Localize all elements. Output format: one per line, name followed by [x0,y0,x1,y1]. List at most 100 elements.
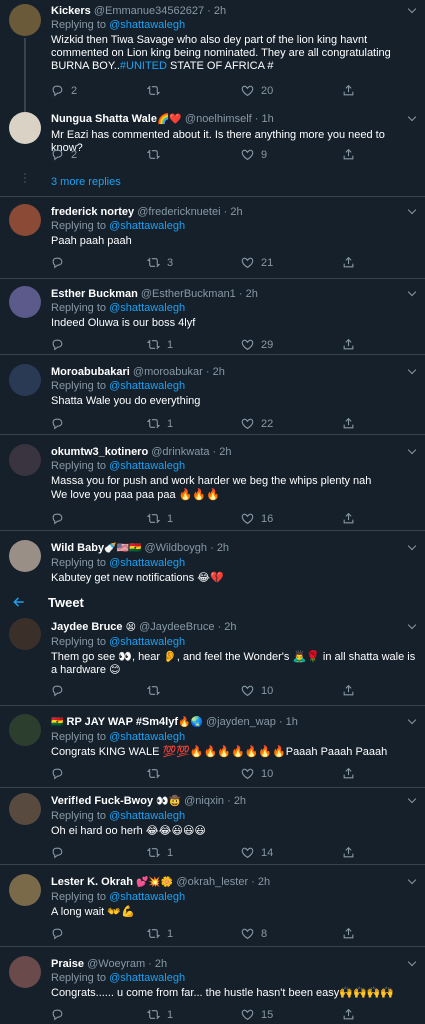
tweet-time[interactable]: 2h [217,542,229,554]
author-name[interactable]: Esther Buckman [51,288,138,300]
share-button[interactable] [342,148,355,161]
retweet-button[interactable] [147,148,167,161]
reply-button[interactable] [51,767,71,780]
retweet-button[interactable]: 1 [147,1008,173,1021]
avatar[interactable] [9,364,41,396]
reply-tweet[interactable]: 🇬🇭 RP JAY WAP #Sm4lyf🔥🌏 @jayden_wap · 1h… [0,706,425,788]
reply-tweet[interactable]: Esther Buckman @EstherBuckman1 · 2h Repl… [0,279,425,355]
avatar[interactable] [9,714,41,746]
like-button[interactable]: 14 [241,846,273,859]
avatar[interactable] [9,956,41,988]
retweet-button[interactable]: 1 [147,338,173,351]
reply-tweet[interactable]: Kickers @Emmanue34562627 · 2h Replying t… [0,0,425,97]
like-button[interactable]: 22 [241,417,273,430]
author-handle[interactable]: @noelhimself [185,113,252,125]
retweet-button[interactable]: 1 [147,846,173,859]
tweet-time[interactable]: 2h [258,876,270,888]
reply-tweet[interactable]: Jaydee Bruce 😫 @JaydeeBruce · 2h Replyin… [0,617,425,706]
reply-button[interactable] [51,684,71,697]
tweet-time[interactable]: 2h [224,621,236,633]
tweet-time[interactable]: 1h [286,716,298,728]
like-button[interactable]: 9 [241,148,267,161]
reply-button[interactable] [51,846,71,859]
share-button[interactable] [342,417,355,430]
share-button[interactable] [342,767,355,780]
like-button[interactable]: 10 [241,684,273,697]
avatar[interactable] [9,874,41,906]
reply-button[interactable] [51,512,71,525]
author-handle[interactable]: @Emmanue34562627 [94,5,204,17]
arrow-left-icon[interactable] [12,595,26,609]
author-name[interactable]: Moroabubakari [51,366,130,378]
like-button[interactable]: 8 [241,927,267,940]
author-handle[interactable]: @JaydeeBruce [139,621,214,633]
share-button[interactable] [342,338,355,351]
avatar[interactable] [9,540,41,572]
share-button[interactable] [342,84,355,97]
author-name[interactable]: Verif!ed Fuck-Bwoy [51,795,153,807]
author-name[interactable]: Praise [51,958,84,970]
reply-button[interactable] [51,417,71,430]
author-name[interactable]: Kickers [51,5,91,17]
author-name[interactable]: frederick nortey [51,206,134,218]
tweet-time[interactable]: 2h [213,366,225,378]
share-button[interactable] [342,512,355,525]
author-handle[interactable]: @EstherBuckman1 [141,288,236,300]
reply-button[interactable]: 2 [51,148,77,161]
retweet-button[interactable] [147,84,167,97]
tweet-time[interactable]: 2h [230,206,242,218]
avatar[interactable] [9,112,41,144]
tweet-time[interactable]: 2h [219,446,231,458]
retweet-button[interactable]: 3 [147,256,173,269]
tweet-time[interactable]: 1h [262,113,274,125]
retweet-button[interactable]: 1 [147,417,173,430]
share-button[interactable] [342,684,355,697]
tweet-time[interactable]: 2h [234,795,246,807]
author-name[interactable]: Jaydee Bruce [51,621,123,633]
like-button[interactable]: 15 [241,1008,273,1021]
reply-tweet[interactable]: okumtw3_kotinero @drinkwata · 2h Replyin… [0,435,425,531]
author-handle[interactable]: @okrah_lester [176,876,248,888]
author-handle[interactable]: @niqxin [184,795,224,807]
reply-tweet[interactable]: Verif!ed Fuck-Bwoy 👀🤠 @niqxin · 2h Reply… [0,788,425,865]
reply-tweet[interactable]: Nungua Shatta Wale🌈❤️ @noelhimself · 1h … [0,106,425,166]
retweet-button[interactable] [147,767,167,780]
share-button[interactable] [342,256,355,269]
share-button[interactable] [342,1008,355,1021]
reply-button[interactable] [51,338,71,351]
show-more-replies-link[interactable]: 3 more replies [51,176,121,188]
author-handle[interactable]: @Wildboygh [145,542,208,554]
author-name[interactable]: Nungua Shatta Wale [51,113,157,125]
reply-button[interactable] [51,927,71,940]
avatar[interactable] [9,4,41,36]
hashtag-link[interactable]: #UNITED [120,60,167,72]
like-button[interactable]: 16 [241,512,273,525]
author-name[interactable]: Lester K. Okrah [51,876,133,888]
retweet-button[interactable] [147,684,167,697]
avatar[interactable] [9,444,41,476]
reply-tweet[interactable]: Lester K. Okrah 💕💥🌼 @okrah_lester · 2h R… [0,865,425,947]
avatar[interactable] [9,793,41,825]
reply-button[interactable] [51,1008,71,1021]
reply-tweet[interactable]: Moroabubakari @moroabukar · 2h Replying … [0,355,425,435]
share-button[interactable] [342,927,355,940]
like-button[interactable]: 10 [241,767,273,780]
author-handle[interactable]: @fredericknuetei [137,206,220,218]
avatar[interactable] [9,286,41,318]
author-handle[interactable]: @drinkwata [151,446,209,458]
retweet-button[interactable]: 1 [147,927,173,940]
retweet-button[interactable]: 1 [147,512,173,525]
reply-tweet[interactable]: Wild Baby🍼🇺🇸🇬🇭 @Wildboygh · 2h Replying … [0,531,425,588]
reply-button[interactable] [51,256,71,269]
reply-button[interactable]: 2 [51,84,77,97]
author-handle[interactable]: @Woeyram [87,958,145,970]
avatar[interactable] [9,618,41,650]
like-button[interactable]: 21 [241,256,273,269]
author-name[interactable]: Wild Baby [51,542,104,554]
tweet-time[interactable]: 2h [214,5,226,17]
reply-tweet[interactable]: frederick nortey @fredericknuetei · 2h R… [0,197,425,279]
author-name[interactable]: RP JAY WAP #Sm4lyf [67,716,179,728]
share-button[interactable] [342,846,355,859]
like-button[interactable]: 20 [241,84,273,97]
avatar[interactable] [9,204,41,236]
